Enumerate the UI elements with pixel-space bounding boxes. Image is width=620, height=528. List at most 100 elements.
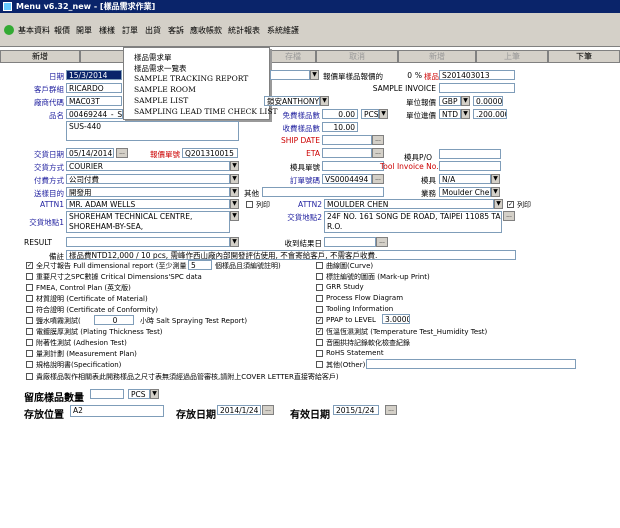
check-markup[interactable] [316,273,323,280]
check-salt-spray[interactable] [26,317,33,324]
valid-date-picker-icon[interactable]: ... [385,405,397,415]
menu-complaint[interactable]: 客訴 [168,25,184,36]
ship-date-input[interactable] [322,135,372,145]
popup-tracking-report[interactable]: SAMPLE TRACKING REPORT [134,74,248,83]
full-dim-count-input[interactable]: 5 [188,260,212,270]
deliv-method-input[interactable]: COURIER [66,161,230,171]
check-cover-letter[interactable] [26,373,33,380]
keep-unit-input[interactable]: PCS [128,389,150,399]
keep-unit-dropdown-icon[interactable]: ▼ [150,389,159,399]
note-input[interactable]: 樣品費NTD12,000 / 10 pcs, 需峰作西山廠內部開發評估使用, 不… [66,250,516,260]
attn1-input[interactable]: MR. ADAM WELLS [66,199,230,209]
menu-system[interactable]: 系統維護 [267,25,299,36]
status-dropdown-icon[interactable]: ▼ [310,70,319,80]
mold-po-input[interactable] [439,149,501,159]
free-qty-input[interactable]: 0.00 [322,109,358,119]
check-fmea[interactable] [26,284,33,291]
charge-qty-input[interactable]: 10.00 [322,122,358,132]
check-plating[interactable] [26,328,33,335]
store-date-picker-icon[interactable]: ... [262,405,274,415]
part-input[interactable]: 00469244_-_SHA [66,109,123,119]
pay-dropdown-icon[interactable]: ▼ [230,174,239,184]
check-process-flow[interactable] [316,295,323,302]
other-detail-input[interactable] [366,359,576,369]
sample-no-input[interactable]: S201403013 [439,70,515,80]
sales-input[interactable]: Moulder Chen [439,187,491,197]
menu-ship[interactable]: 出貨 [145,25,161,36]
unit-cost-cur[interactable]: NTD [439,109,461,119]
menu-basic-data[interactable]: 基本資料 [18,25,50,36]
result-input[interactable] [66,237,230,247]
order-no-picker-icon[interactable]: ... [372,174,384,184]
check-ppap[interactable]: ✓ [316,317,323,324]
attn2-input[interactable]: MOULDER CHEN [324,199,494,209]
check-measure-plan[interactable] [26,350,33,357]
purpose-dropdown-icon[interactable]: ▼ [230,187,239,197]
prev-button[interactable]: 上筆 [476,50,548,63]
popup-sample-list[interactable]: SAMPLE LIST [134,96,188,105]
sales-dropdown-icon[interactable]: ▼ [491,187,500,197]
cancel-button[interactable]: 取消 [316,50,398,63]
mold-input[interactable]: N/A [439,174,491,184]
other-input[interactable] [262,187,384,197]
addr1-dropdown-icon[interactable]: ▼ [230,211,239,221]
salt-spray-hours-input[interactable]: 0 [94,315,134,325]
recv-result-input[interactable] [324,237,376,247]
check-other[interactable] [316,361,323,368]
deliv-date-picker-icon[interactable]: ... [116,148,128,158]
ship-date-picker-icon[interactable]: ... [372,135,384,145]
cust-group-input[interactable]: RICARDO [66,83,122,93]
deliv-date-input[interactable]: 05/14/2014 [66,148,114,158]
date-input[interactable]: 15/3/2014 [66,70,122,80]
salesrep-input[interactable]: 鎖安ANTHONY [264,96,320,106]
quote-no-input[interactable]: Q201310015 [182,148,238,158]
store-date-input[interactable]: 2014/1/24 [217,405,261,415]
maker-input[interactable]: MAC03T [66,96,122,106]
purpose-input[interactable]: 開發用 [66,187,230,197]
recv-result-picker-icon[interactable]: ... [376,237,388,247]
check-spc[interactable] [26,273,33,280]
save-button[interactable]: 存檔 [270,50,316,63]
check-adhesion[interactable] [26,339,33,346]
menu-quote[interactable]: 報價 [54,25,70,36]
mold-tool-input[interactable] [322,161,384,171]
order-no-input[interactable]: VS0004494 [322,174,372,184]
loc-input[interactable]: A2 [70,405,164,417]
menu-report[interactable]: 統計報表 [228,25,260,36]
attn2-dropdown-icon[interactable]: ▼ [494,199,503,209]
print2-checkbox[interactable]: ✓ [507,201,514,208]
toolbar-button-2[interactable] [80,50,124,63]
check-temp-humidity[interactable]: ✓ [316,328,323,335]
result-dropdown-icon[interactable]: ▼ [230,237,239,247]
check-curve[interactable] [316,262,323,269]
tool-invoice-input[interactable] [439,161,501,171]
sample-invoice-input[interactable] [439,83,515,93]
popup-lead-time-check[interactable]: SAMPLING LEAD TIME CHECK LIST [134,107,278,116]
unit-price-cur-dropdown-icon[interactable]: ▼ [461,96,470,106]
next-button[interactable]: 下筆 [548,50,620,63]
check-conformity[interactable] [26,306,33,313]
addr2-picker-icon[interactable]: ... [503,211,515,221]
pay-input[interactable]: 公司付費 [66,174,230,184]
deliv-method-dropdown-icon[interactable]: ▼ [230,161,239,171]
status-input[interactable] [270,70,310,80]
ppap-level-input[interactable]: 3.0000 [382,314,410,324]
menu-open[interactable]: 開單 [76,25,92,36]
addr1-input[interactable]: SHOREHAM TECHNICAL CENTRE, SHOREHAM-BY-SE… [66,211,230,233]
free-unit-input[interactable]: PCS [361,109,379,119]
eta-input[interactable] [322,148,372,158]
check-soften[interactable] [316,339,323,346]
check-rohs[interactable] [316,350,323,357]
mold-dropdown-icon[interactable]: ▼ [491,174,500,184]
print1-checkbox[interactable] [246,201,253,208]
menu-sample[interactable]: 樣樣 [99,25,115,36]
valid-date-input[interactable]: 2015/1/24 [333,405,379,415]
check-full-dim[interactable]: ✓ [26,262,33,269]
check-spec[interactable] [26,361,33,368]
popup-sample-request[interactable]: 樣品需求單 [134,52,172,63]
eta-picker-icon[interactable]: ... [372,148,384,158]
unit-cost-input[interactable]: .200.0000 [473,109,507,119]
popup-sample-list-overview[interactable]: 樣品需求一覽表 [134,63,187,74]
keep-qty-input[interactable] [90,389,124,399]
free-unit-dropdown-icon[interactable]: ▼ [379,109,388,119]
